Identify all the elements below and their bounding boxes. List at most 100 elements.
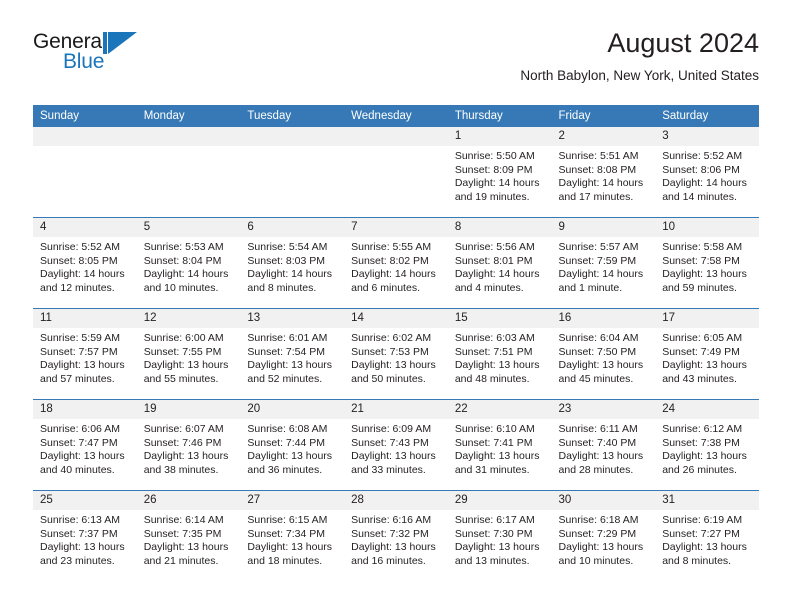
day-number: 26 bbox=[136, 491, 241, 510]
calendar-day-cell[interactable]: 5 Sunrise: 5:53 AM Sunset: 8:04 PM Daylight… bbox=[136, 217, 241, 309]
calendar-day-cell[interactable]: 28 Sunrise: 6:16 AM Sunset: 7:32 PM Dayligh… bbox=[344, 490, 448, 581]
day-cell-inner: 12 Sunrise: 6:00 AM Sunset: 7:55 PM Dayligh… bbox=[136, 309, 241, 399]
daylight-text-line1: Daylight: 13 hours bbox=[558, 450, 644, 462]
calendar-day-cell[interactable]: 13 Sunrise: 6:01 AM Sunset: 7:54 PM Dayligh… bbox=[240, 308, 345, 400]
day-cell-inner bbox=[136, 127, 241, 217]
daylight-text-line1: Daylight: 13 hours bbox=[247, 541, 333, 553]
sunset-text: Sunset: 7:34 PM bbox=[247, 527, 326, 540]
page-title: August 2024 bbox=[607, 28, 759, 58]
day-cell-details: Sunrise: 6:07 AM Sunset: 7:46 PM Daylight:… bbox=[137, 419, 241, 477]
calendar-day-cell[interactable]: 23 Sunrise: 6:11 AM Sunset: 7:40 PM Dayligh… bbox=[551, 399, 656, 491]
calendar-day-cell[interactable]: 21 Sunrise: 6:09 AM Sunset: 7:43 PM Dayligh… bbox=[344, 399, 448, 491]
day-cell-details: Sunrise: 5:52 AM Sunset: 8:05 PM Daylight:… bbox=[33, 237, 137, 295]
day-number: 18 bbox=[33, 400, 137, 419]
day-cell-inner: 17 Sunrise: 6:05 AM Sunset: 7:49 PM Dayligh… bbox=[655, 309, 759, 399]
calendar-day-cell[interactable]: 1 Sunrise: 5:50 AM Sunset: 8:09 PM Daylight… bbox=[447, 127, 552, 218]
daylight-text-line1: Daylight: 13 hours bbox=[662, 268, 747, 280]
sunset-text: Sunset: 7:41 PM bbox=[454, 436, 533, 449]
calendar-day-cell[interactable]: 2 Sunrise: 5:51 AM Sunset: 8:08 PM Daylight… bbox=[551, 127, 656, 218]
calendar-day-cell[interactable]: 27 Sunrise: 6:15 AM Sunset: 7:34 PM Dayligh… bbox=[240, 490, 345, 581]
calendar-day-cell[interactable]: 31 Sunrise: 6:19 AM Sunset: 7:27 PM Dayligh… bbox=[655, 490, 759, 581]
calendar-day-cell[interactable]: 19 Sunrise: 6:07 AM Sunset: 7:46 PM Dayligh… bbox=[136, 399, 241, 491]
day-cell-details: Sunrise: 5:51 AM Sunset: 8:08 PM Daylight:… bbox=[552, 146, 656, 204]
daylight-text-line1: Daylight: 13 hours bbox=[143, 450, 229, 462]
sunset-text: Sunset: 8:01 PM bbox=[454, 254, 533, 267]
day-cell-details: Sunrise: 6:10 AM Sunset: 7:41 PM Daylight:… bbox=[448, 419, 552, 477]
day-cell-inner bbox=[33, 127, 137, 217]
day-cell-details: Sunrise: 6:14 AM Sunset: 7:35 PM Daylight:… bbox=[137, 510, 241, 568]
daylight-text-line1: Daylight: 14 hours bbox=[454, 177, 540, 189]
calendar-day-cell bbox=[136, 127, 241, 218]
day-cell-details: Sunrise: 5:59 AM Sunset: 7:57 PM Daylight:… bbox=[33, 328, 137, 386]
sunrise-text: Sunrise: 5:58 AM bbox=[662, 241, 743, 253]
sunrise-text: Sunrise: 6:00 AM bbox=[143, 332, 224, 344]
calendar-day-cell[interactable]: 14 Sunrise: 6:02 AM Sunset: 7:53 PM Dayligh… bbox=[344, 308, 448, 400]
sunset-text: Sunset: 7:38 PM bbox=[662, 436, 740, 449]
day-cell-details: Sunrise: 6:15 AM Sunset: 7:34 PM Daylight:… bbox=[240, 510, 344, 568]
calendar-day-cell[interactable]: 10 Sunrise: 5:58 AM Sunset: 7:58 PM Dayligh… bbox=[655, 217, 759, 309]
calendar-day-cell[interactable]: 25 Sunrise: 6:13 AM Sunset: 7:37 PM Dayligh… bbox=[33, 490, 137, 581]
weekday-header-sunday: Sunday bbox=[33, 105, 137, 127]
day-cell-details: Sunrise: 6:04 AM Sunset: 7:50 PM Daylight:… bbox=[552, 328, 656, 386]
calendar-day-cell[interactable]: 9 Sunrise: 5:57 AM Sunset: 7:59 PM Daylight… bbox=[551, 217, 656, 309]
sunset-text: Sunset: 8:04 PM bbox=[143, 254, 222, 267]
day-cell-inner: 10 Sunrise: 5:58 AM Sunset: 7:58 PM Dayligh… bbox=[655, 218, 759, 308]
day-cell-details: Sunrise: 6:05 AM Sunset: 7:49 PM Daylight:… bbox=[655, 328, 759, 386]
sunset-text: Sunset: 7:30 PM bbox=[454, 527, 533, 540]
calendar-day-cell[interactable]: 17 Sunrise: 6:05 AM Sunset: 7:49 PM Dayligh… bbox=[655, 308, 759, 400]
calendar-day-cell[interactable]: 18 Sunrise: 6:06 AM Sunset: 7:47 PM Dayligh… bbox=[33, 399, 137, 491]
day-number bbox=[136, 127, 241, 146]
calendar-day-cell[interactable]: 11 Sunrise: 5:59 AM Sunset: 7:57 PM Dayligh… bbox=[33, 308, 137, 400]
brand-triangle-shape bbox=[108, 32, 137, 54]
calendar-day-cell[interactable]: 26 Sunrise: 6:14 AM Sunset: 7:35 PM Dayligh… bbox=[136, 490, 241, 581]
calendar-day-cell[interactable]: 6 Sunrise: 5:54 AM Sunset: 8:03 PM Daylight… bbox=[240, 217, 345, 309]
sunrise-text: Sunrise: 5:51 AM bbox=[558, 150, 639, 162]
day-number: 3 bbox=[655, 127, 759, 146]
sunset-text: Sunset: 7:50 PM bbox=[558, 345, 637, 358]
sunrise-text: Sunrise: 5:53 AM bbox=[143, 241, 224, 253]
calendar-body: 1 Sunrise: 5:50 AM Sunset: 8:09 PM Daylight… bbox=[33, 127, 759, 581]
day-cell-details: Sunrise: 6:17 AM Sunset: 7:30 PM Daylight:… bbox=[448, 510, 552, 568]
calendar-day-cell[interactable]: 30 Sunrise: 6:18 AM Sunset: 7:29 PM Dayligh… bbox=[551, 490, 656, 581]
daylight-text-line1: Daylight: 13 hours bbox=[351, 541, 436, 553]
sunset-text: Sunset: 7:29 PM bbox=[558, 527, 637, 540]
calendar-day-cell[interactable]: 20 Sunrise: 6:08 AM Sunset: 7:44 PM Dayligh… bbox=[240, 399, 345, 491]
sunrise-text: Sunrise: 6:12 AM bbox=[662, 423, 743, 435]
day-cell-inner bbox=[344, 127, 448, 217]
day-cell-inner: 27 Sunrise: 6:15 AM Sunset: 7:34 PM Dayligh… bbox=[240, 491, 345, 581]
day-cell-inner: 2 Sunrise: 5:51 AM Sunset: 8:08 PM Daylight… bbox=[551, 127, 656, 217]
calendar-day-cell[interactable]: 12 Sunrise: 6:00 AM Sunset: 7:55 PM Dayligh… bbox=[136, 308, 241, 400]
day-number: 10 bbox=[655, 218, 759, 237]
brand-logo[interactable]: General Blue bbox=[33, 30, 233, 86]
weekday-header-saturday: Saturday bbox=[655, 105, 759, 127]
sunrise-text: Sunrise: 6:05 AM bbox=[662, 332, 743, 344]
day-number: 27 bbox=[240, 491, 345, 510]
daylight-text-line2: and 8 minutes. bbox=[662, 554, 732, 567]
calendar-day-cell bbox=[33, 127, 137, 218]
sunrise-text: Sunrise: 6:13 AM bbox=[40, 514, 120, 526]
calendar-day-cell[interactable]: 15 Sunrise: 6:03 AM Sunset: 7:51 PM Dayligh… bbox=[447, 308, 552, 400]
calendar-day-cell[interactable]: 7 Sunrise: 5:55 AM Sunset: 8:02 PM Daylight… bbox=[344, 217, 448, 309]
weekday-header-friday: Friday bbox=[551, 105, 656, 127]
calendar-day-cell[interactable]: 22 Sunrise: 6:10 AM Sunset: 7:41 PM Dayligh… bbox=[447, 399, 552, 491]
day-cell-inner: 16 Sunrise: 6:04 AM Sunset: 7:50 PM Dayligh… bbox=[551, 309, 656, 399]
day-number: 17 bbox=[655, 309, 759, 328]
day-number bbox=[240, 127, 345, 146]
calendar-day-cell[interactable]: 24 Sunrise: 6:12 AM Sunset: 7:38 PM Dayligh… bbox=[655, 399, 759, 491]
daylight-text-line2: and 1 minute. bbox=[558, 281, 623, 294]
calendar-day-cell[interactable]: 16 Sunrise: 6:04 AM Sunset: 7:50 PM Dayligh… bbox=[551, 308, 656, 400]
sunset-text: Sunset: 7:43 PM bbox=[351, 436, 429, 449]
daylight-text-line1: Daylight: 13 hours bbox=[454, 450, 540, 462]
day-number: 16 bbox=[551, 309, 656, 328]
daylight-text-line2: and 19 minutes. bbox=[454, 190, 530, 203]
calendar-day-cell[interactable]: 8 Sunrise: 5:56 AM Sunset: 8:01 PM Daylight… bbox=[447, 217, 552, 309]
calendar-week-row: 18 Sunrise: 6:06 AM Sunset: 7:47 PM Dayligh… bbox=[33, 399, 759, 491]
day-cell-inner: 26 Sunrise: 6:14 AM Sunset: 7:35 PM Dayligh… bbox=[136, 491, 241, 581]
day-number: 4 bbox=[33, 218, 137, 237]
calendar-day-cell[interactable]: 29 Sunrise: 6:17 AM Sunset: 7:30 PM Dayligh… bbox=[447, 490, 552, 581]
calendar-day-cell[interactable]: 4 Sunrise: 5:52 AM Sunset: 8:05 PM Daylight… bbox=[33, 217, 137, 309]
day-number: 22 bbox=[447, 400, 552, 419]
calendar-day-cell[interactable]: 3 Sunrise: 5:52 AM Sunset: 8:06 PM Daylight… bbox=[655, 127, 759, 218]
sunset-text: Sunset: 7:40 PM bbox=[558, 436, 637, 449]
daylight-text-line1: Daylight: 13 hours bbox=[662, 541, 747, 553]
